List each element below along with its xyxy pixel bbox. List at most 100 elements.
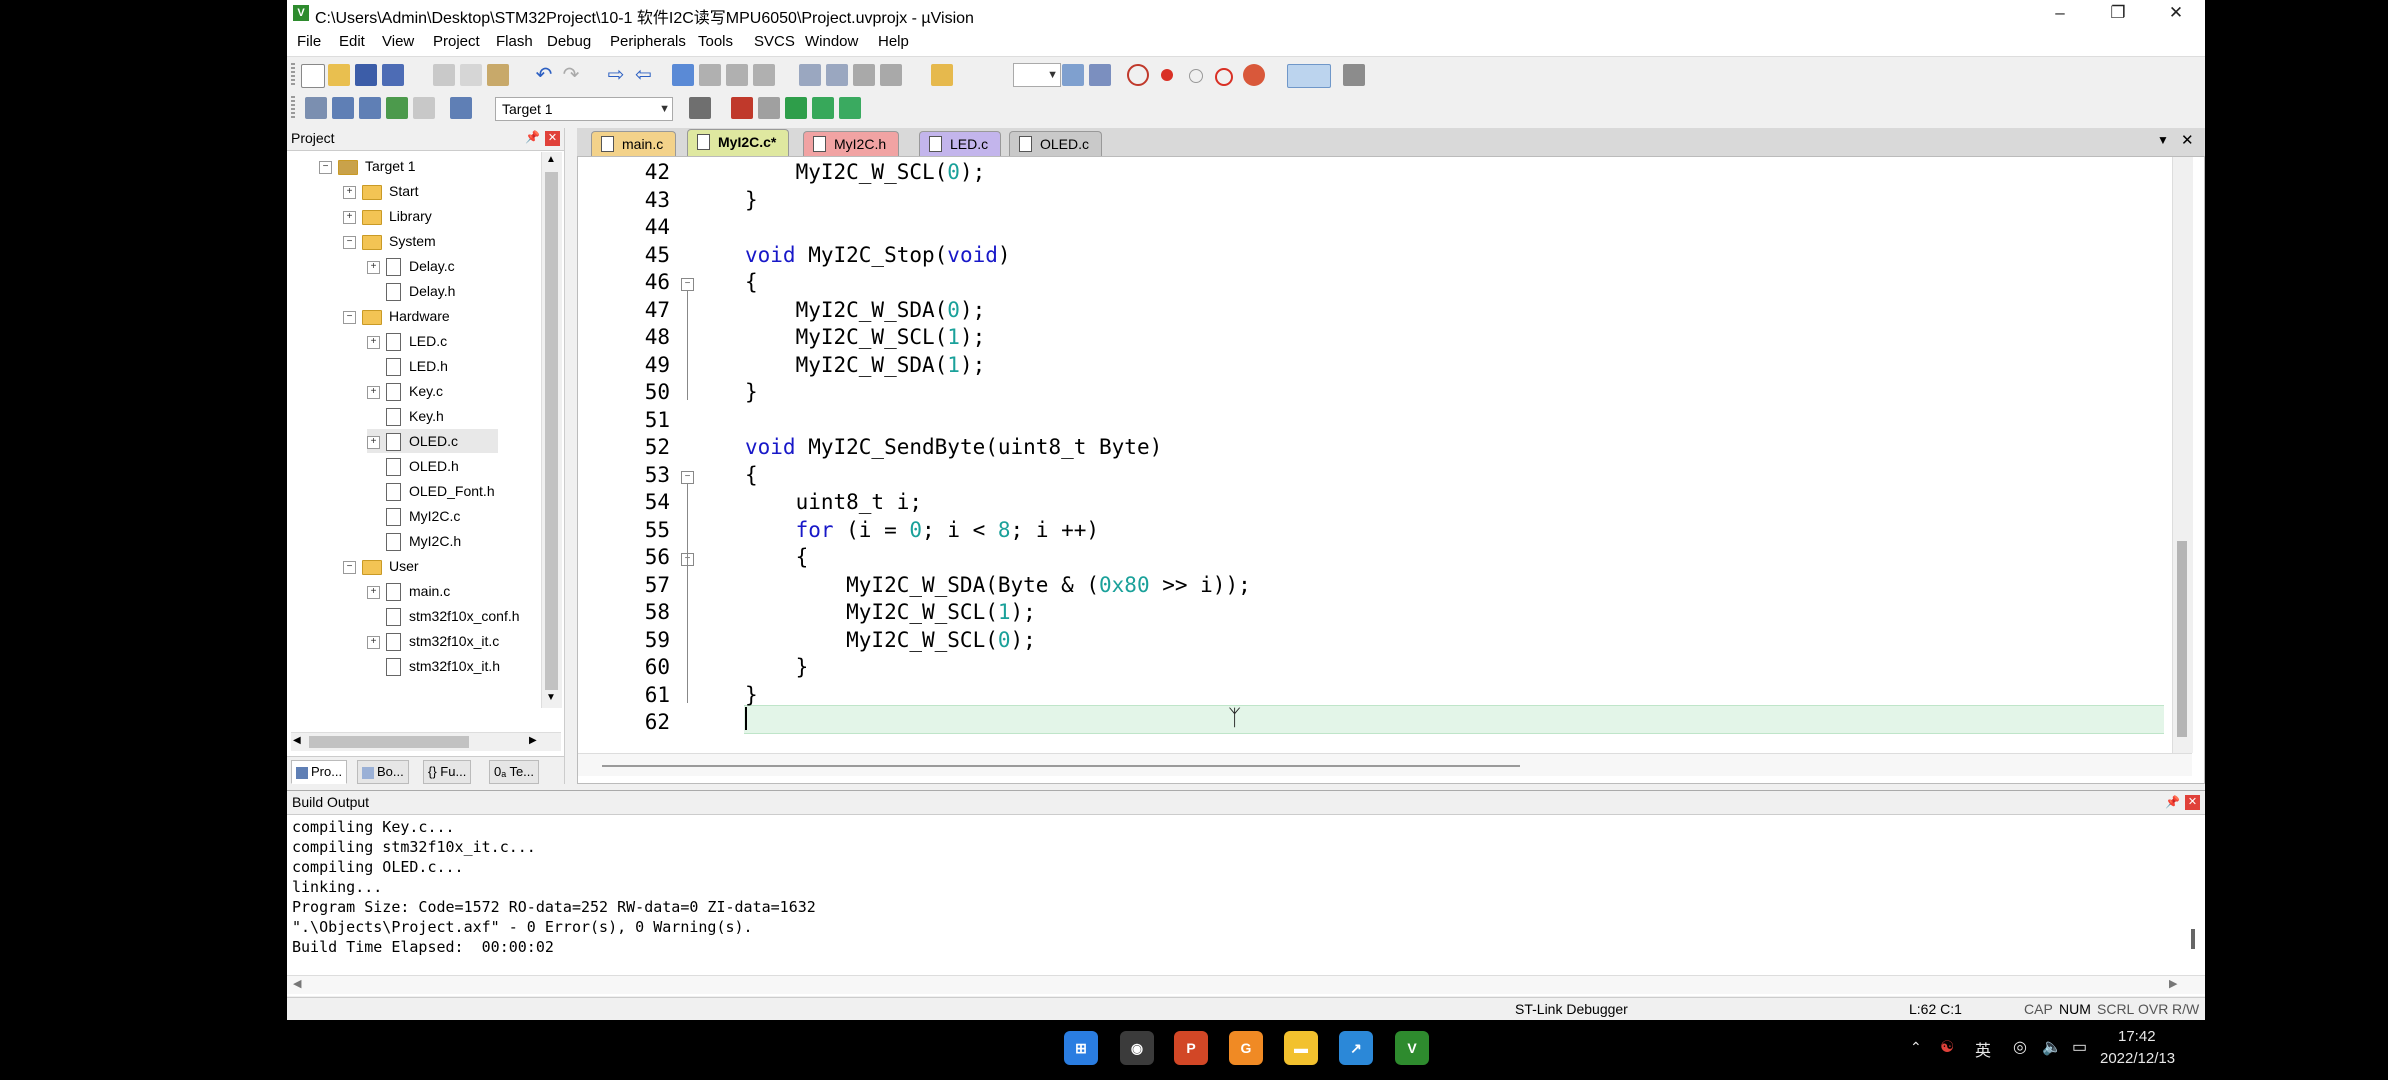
battery-icon[interactable]: ▭ (2072, 1037, 2087, 1057)
pin-icon[interactable]: 📌 (2165, 791, 2180, 813)
cut-icon[interactable] (433, 64, 455, 86)
editor-tab[interactable]: MyI2C.c* (687, 129, 790, 157)
kill-all-breakpoints-icon[interactable] (1243, 64, 1265, 86)
clear-bookmarks-icon[interactable] (753, 64, 775, 86)
open-file-icon[interactable] (328, 64, 350, 86)
find-combo[interactable]: ▼ (1013, 63, 1061, 87)
copy-icon[interactable] (460, 64, 482, 86)
editor-scroll-thumb[interactable] (2177, 541, 2187, 737)
tree-item[interactable]: − User (343, 554, 419, 578)
redo-icon[interactable]: ↷ (560, 64, 582, 86)
debug-session-icon[interactable] (1127, 64, 1149, 86)
expand-icon[interactable]: + (343, 185, 356, 199)
tree-item[interactable]: − Hardware (343, 304, 450, 328)
build-output-close-button[interactable]: ✕ (2185, 795, 2200, 810)
tree-hscroll-thumb[interactable] (309, 736, 469, 748)
tree-item[interactable]: + OLED.c (367, 429, 499, 453)
menu-help[interactable]: Help (878, 33, 909, 50)
tab-books[interactable]: Bo... (357, 760, 409, 784)
pack-installer-icon[interactable] (839, 97, 861, 119)
expand-icon[interactable]: + (367, 335, 380, 349)
toolbar-grip[interactable] (291, 96, 295, 120)
file-explorer-icon[interactable]: ▬ (1284, 1031, 1318, 1065)
tab-functions[interactable]: {} Fu... (423, 760, 472, 784)
tree-item[interactable]: OLED_Font.h (367, 479, 495, 503)
office-app-icon[interactable]: G (1229, 1031, 1263, 1065)
next-bookmark-icon[interactable] (726, 64, 748, 86)
new-file-icon[interactable] (301, 64, 325, 88)
tree-scroll-thumb[interactable] (545, 172, 558, 690)
breakpoint-icon[interactable] (1161, 69, 1173, 81)
disable-breakpoint-icon[interactable] (1189, 69, 1203, 83)
tree-item[interactable]: Key.h (367, 404, 444, 428)
tree-vertical-scrollbar[interactable]: ▲ ▼ (541, 152, 562, 708)
scroll-left-icon[interactable]: ◀ (293, 977, 301, 990)
manage-multi-project-icon[interactable] (758, 97, 780, 119)
menu-edit[interactable]: Edit (339, 33, 365, 50)
scroll-left-icon[interactable]: ◀ (293, 735, 301, 746)
start-icon[interactable]: ⊞ (1064, 1031, 1098, 1065)
manage-project-items-icon[interactable] (731, 97, 753, 119)
translate-icon[interactable] (305, 97, 327, 119)
expand-icon[interactable]: + (367, 385, 380, 399)
network-icon[interactable]: ◎ (2013, 1037, 2027, 1057)
find-icon[interactable] (1062, 64, 1084, 86)
editor-horizontal-scrollbar[interactable] (578, 753, 2192, 776)
menu-peripherals[interactable]: Peripherals (610, 33, 686, 50)
uncomment-icon[interactable] (880, 64, 902, 86)
close-button[interactable]: ✕ (2147, 0, 2205, 27)
target-options-icon[interactable] (689, 97, 711, 119)
expand-icon[interactable]: + (367, 635, 380, 649)
tree-item[interactable]: OLED.h (367, 454, 459, 478)
minimize-button[interactable]: – (2031, 0, 2089, 27)
collapse-icon[interactable]: − (343, 560, 356, 574)
tree-item[interactable]: Delay.h (367, 279, 455, 303)
build-icon[interactable] (332, 97, 354, 119)
tree-horizontal-scrollbar[interactable]: ◀ ▶ (291, 732, 561, 751)
tree-item[interactable]: MyI2C.h (367, 529, 461, 553)
menu-view[interactable]: View (382, 33, 414, 50)
expand-icon[interactable]: + (367, 585, 380, 599)
maps-app-icon[interactable]: ↗ (1339, 1031, 1373, 1065)
configure-icon[interactable] (1343, 64, 1365, 86)
scroll-down-icon[interactable]: ▼ (546, 692, 556, 703)
ime-indicator[interactable]: 英 (1975, 1037, 1991, 1061)
editor-tab[interactable]: LED.c (919, 131, 1002, 156)
scroll-right-icon[interactable]: ▶ (529, 735, 537, 746)
restore-button[interactable]: ❐ (2089, 0, 2147, 27)
tree-item[interactable]: + Delay.c (367, 254, 455, 278)
menu-flash[interactable]: Flash (496, 33, 533, 50)
tree-item[interactable]: + stm32f10x_it.c (367, 629, 499, 653)
download-icon[interactable] (450, 97, 472, 119)
editor-hscroll-thumb[interactable] (602, 765, 1520, 767)
find-in-files-icon[interactable] (931, 64, 953, 86)
navigate-forward-icon[interactable]: ⇨ (632, 64, 654, 86)
tree-item[interactable]: + Start (343, 179, 419, 203)
close-editor-icon[interactable]: ✕ (2181, 131, 2194, 149)
save-all-icon[interactable] (382, 64, 404, 86)
menu-window[interactable]: Window (805, 33, 858, 50)
expand-icon[interactable]: + (343, 210, 356, 224)
build-output-scroll-thumb[interactable] (2191, 929, 2195, 949)
rebuild-icon[interactable] (359, 97, 381, 119)
pin-icon[interactable]: 📌 (525, 130, 540, 144)
tree-item[interactable]: stm32f10x_conf.h (367, 604, 520, 628)
tree-item[interactable]: + main.c (367, 579, 450, 603)
tree-item[interactable]: + LED.c (367, 329, 447, 353)
editor-tab[interactable]: MyI2C.h (803, 131, 900, 156)
menu-svcs[interactable]: SVCS (754, 33, 795, 50)
keil-uvision-icon[interactable]: V (1395, 1031, 1429, 1065)
tree-item[interactable]: + Key.c (367, 379, 443, 403)
bookmark-icon[interactable] (672, 64, 694, 86)
tree-item[interactable]: − System (343, 229, 436, 253)
build-output-hscrollbar[interactable]: ◀ ▶ (287, 975, 2205, 994)
editor-tab[interactable]: OLED.c (1009, 131, 1103, 156)
menu-file[interactable]: File (297, 33, 321, 50)
undo-icon[interactable]: ↶ (533, 64, 555, 86)
collapse-icon[interactable]: − (319, 160, 332, 174)
clock-date[interactable]: 2022/12/13 (2100, 1050, 2175, 1067)
menu-debug[interactable]: Debug (547, 33, 591, 50)
save-icon[interactable] (355, 64, 377, 86)
incremental-find-icon[interactable] (1089, 64, 1111, 86)
navigate-back-icon[interactable]: ⇨ (605, 64, 627, 86)
